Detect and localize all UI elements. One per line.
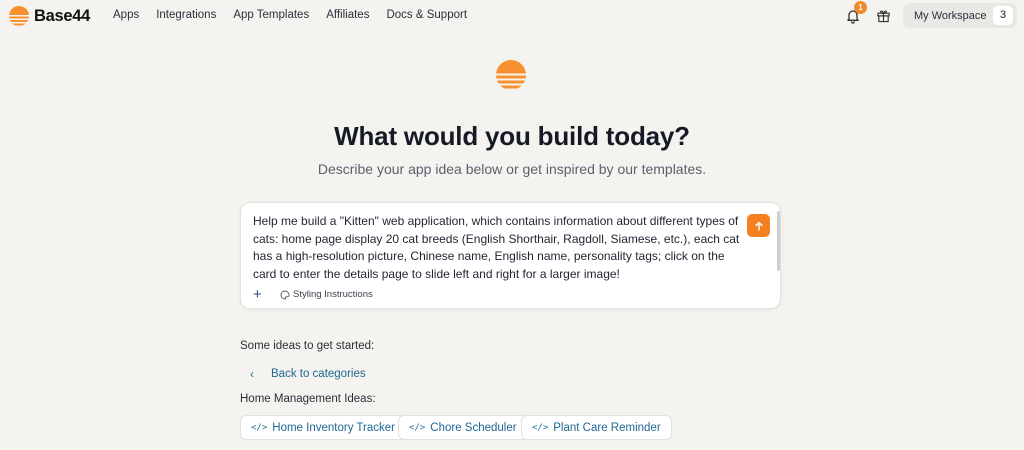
notification-badge: 1 [854,1,867,14]
arrow-up-icon [754,221,763,231]
code-icon: </> [532,422,549,433]
workspace-switcher[interactable]: My Workspace 3 [903,3,1017,28]
sunset-logo-icon [9,6,29,26]
page-title: What would you build today? [334,121,690,151]
idea-chip-chore-scheduler[interactable]: </> Chore Scheduler [398,415,528,440]
top-bar: Base44 Apps Integrations App Templates A… [0,0,1024,32]
nav-apps[interactable]: Apps [113,9,139,21]
app-idea-input[interactable] [253,213,743,285]
nav-affiliates[interactable]: Affiliates [326,9,369,21]
plus-icon[interactable]: + [253,287,265,302]
sunset-logo-icon [496,60,526,89]
code-icon: </> [251,422,268,433]
main-nav: Apps Integrations App Templates Affiliat… [113,9,484,21]
palette-icon [280,290,290,299]
ideas-heading: Some ideas to get started: [240,340,375,352]
nav-integrations[interactable]: Integrations [156,9,216,21]
idea-chip-label: Chore Scheduler [430,421,517,434]
idea-chip-label: Home Inventory Tracker [272,421,395,434]
code-icon: </> [409,422,426,433]
back-to-categories-link[interactable]: ‹ Back to categories [250,367,366,381]
styling-instructions-label: Styling Instructions [293,289,373,300]
gift-icon[interactable] [876,8,891,23]
idea-chip-home-inventory-tracker[interactable]: </> Home Inventory Tracker [240,415,406,440]
back-to-categories-label: Back to categories [271,368,366,380]
chevron-left-icon: ‹ [250,367,254,381]
idea-chip-label: Plant Care Reminder [553,421,661,434]
brand-name: Base44 [34,6,90,25]
workspace-count-badge: 3 [993,6,1013,25]
brand-home-link[interactable]: Base44 [9,6,90,26]
idea-chip-plant-care-reminder[interactable]: </> Plant Care Reminder [521,415,672,440]
send-button[interactable] [747,214,770,237]
page-subtitle: Describe your app idea below or get insp… [317,161,707,177]
prompt-card: + Styling Instructions [240,202,781,309]
workspace-label: My Workspace [914,9,987,22]
nav-docs-support[interactable]: Docs & Support [386,9,467,21]
textarea-scrollbar[interactable] [777,211,780,271]
styling-instructions-button[interactable]: Styling Instructions [280,289,373,300]
category-heading: Home Management Ideas: [240,393,376,405]
nav-app-templates[interactable]: App Templates [233,9,309,21]
